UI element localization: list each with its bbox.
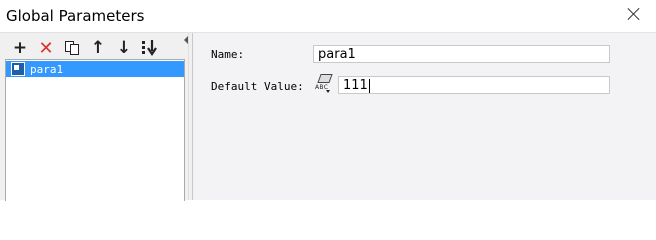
default-value-text: 111: [343, 78, 368, 93]
type-selector-icon[interactable]: ABC: [315, 74, 335, 94]
parameter-list-panel: + ✕ ↑ ↓ para1: [0, 33, 188, 201]
chevron-down-icon: [326, 90, 330, 93]
default-value-label: Default Value:: [211, 80, 304, 93]
copy-button[interactable]: [62, 38, 82, 58]
sort-icon: [142, 40, 157, 56]
name-label: Name:: [211, 48, 245, 61]
delete-button[interactable]: ✕: [36, 38, 56, 59]
list-item[interactable]: para1: [6, 61, 184, 77]
list-toolbar: + ✕ ↑ ↓: [10, 37, 160, 59]
window-title: Global Parameters: [6, 7, 145, 25]
move-up-button[interactable]: ↑: [88, 38, 108, 58]
parameter-icon: [11, 62, 25, 76]
name-field[interactable]: para1: [313, 45, 610, 63]
move-down-button[interactable]: ↓: [114, 38, 134, 58]
parameter-list[interactable]: para1: [5, 59, 185, 201]
close-icon[interactable]: [628, 8, 640, 20]
text-caret: [368, 78, 370, 93]
collapse-arrow-icon[interactable]: [184, 36, 188, 44]
default-value-field[interactable]: 111: [338, 76, 610, 94]
list-item-label: para1: [30, 62, 64, 76]
title-bar: Global Parameters: [0, 0, 656, 32]
copy-icon: [65, 41, 79, 55]
pencil-icon: [317, 74, 333, 83]
sort-button[interactable]: [140, 38, 160, 58]
add-button[interactable]: +: [10, 38, 30, 58]
parameter-properties-panel: Name: para1 Default Value: ABC 111: [193, 33, 656, 200]
